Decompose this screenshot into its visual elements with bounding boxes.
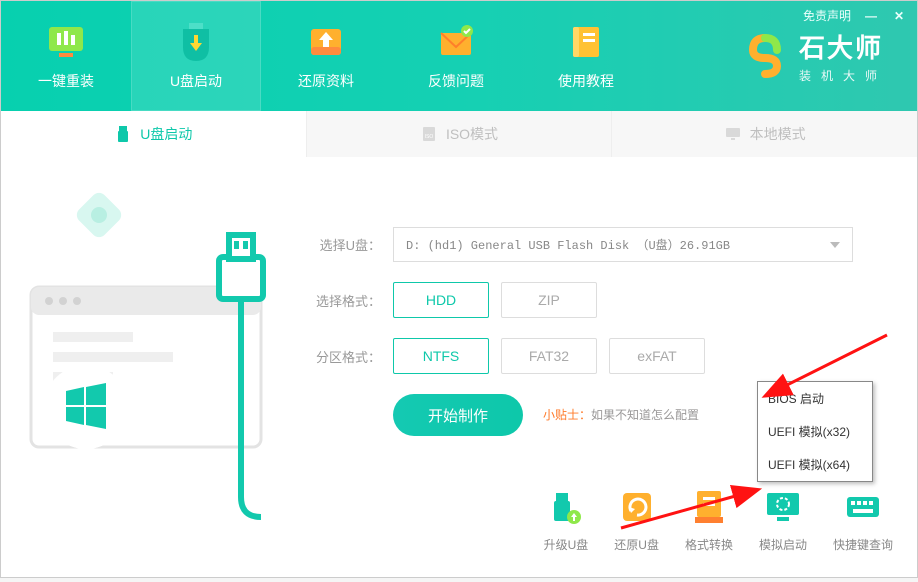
nav-feedback[interactable]: 反馈问题 [391, 1, 521, 111]
convert-icon [688, 486, 730, 528]
subtab-iso-mode[interactable]: ISO ISO模式 [307, 111, 613, 157]
fs-fat32-button[interactable]: FAT32 [501, 338, 597, 374]
udisk-select[interactable]: D: (hd1) General USB Flash Disk （U盘）26.9… [393, 227, 853, 262]
monitor-icon [724, 125, 742, 143]
nav-label: 一键重装 [38, 71, 94, 91]
bottom-tools: 升级U盘 还原U盘 [544, 486, 893, 553]
format-hdd-button[interactable]: HDD [393, 282, 489, 318]
subtab-local-mode[interactable]: 本地模式 [612, 111, 917, 157]
tool-label: 还原U盘 [614, 536, 659, 553]
tool-restore-udisk[interactable]: 还原U盘 [614, 486, 659, 553]
main-content: 选择U盘： D: (hd1) General USB Flash Disk （U… [1, 157, 917, 577]
reinstall-icon [45, 21, 87, 63]
simulate-popup: BIOS 启动 UEFI 模拟(x32) UEFI 模拟(x64) [757, 381, 873, 482]
nav-reinstall[interactable]: 一键重装 [1, 1, 131, 111]
usb-restore-icon [616, 486, 658, 528]
book-icon [565, 21, 607, 63]
tool-format-convert[interactable]: 格式转换 [685, 486, 733, 553]
nav-label: U盘启动 [170, 71, 222, 91]
nav-label: 还原资料 [298, 71, 354, 91]
disclaimer-link[interactable]: 免责声明 [803, 7, 851, 24]
tool-label: 格式转换 [685, 536, 733, 553]
keyboard-icon [842, 486, 884, 528]
label-select-udisk: 选择U盘： [311, 235, 381, 254]
label-partition-format: 分区格式： [311, 347, 381, 366]
tool-label: 升级U盘 [544, 536, 589, 553]
fs-exfat-button[interactable]: exFAT [609, 338, 705, 374]
minimize-button[interactable]: — [863, 8, 879, 24]
sub-tabs: U盘启动 ISO ISO模式 本地模式 [1, 111, 917, 157]
popup-uefi-x32[interactable]: UEFI 模拟(x32) [758, 415, 872, 448]
form-area: 选择U盘： D: (hd1) General USB Flash Disk （U… [301, 157, 917, 577]
brand-subtitle: 装机大师 [799, 67, 887, 84]
start-create-button[interactable]: 开始制作 [393, 394, 523, 436]
simulate-icon [762, 486, 804, 528]
brand-title: 石大师 [799, 28, 887, 65]
udisk-select-value: D: (hd1) General USB Flash Disk （U盘）26.9… [406, 239, 730, 253]
usb-upgrade-icon [545, 486, 587, 528]
brand-logo-icon [743, 34, 787, 78]
subtab-label: ISO模式 [446, 124, 498, 144]
format-zip-button[interactable]: ZIP [501, 282, 597, 318]
svg-text:ISO: ISO [425, 134, 434, 140]
close-button[interactable]: ✕ [891, 8, 907, 24]
shield-icon [175, 21, 217, 63]
nav-label: 使用教程 [558, 71, 614, 91]
app-window: 免责声明 — ✕ 一键重装 [0, 0, 918, 578]
subtab-label: U盘启动 [140, 124, 192, 144]
envelope-icon [435, 21, 477, 63]
tool-upgrade-udisk[interactable]: 升级U盘 [544, 486, 589, 553]
nav-udisk-boot[interactable]: U盘启动 [131, 1, 261, 111]
row-partition-format: 分区格式： NTFS FAT32 exFAT [311, 338, 867, 374]
row-select-udisk: 选择U盘： D: (hd1) General USB Flash Disk （U… [311, 227, 867, 262]
usb-icon [114, 125, 132, 143]
tip-label: 小贴士： [543, 408, 591, 422]
nav-tutorial[interactable]: 使用教程 [521, 1, 651, 111]
row-select-format: 选择格式： HDD ZIP [311, 282, 867, 318]
upload-box-icon [305, 21, 347, 63]
label-select-format: 选择格式： [311, 291, 381, 310]
tool-label: 模拟启动 [759, 536, 807, 553]
illustration [1, 157, 301, 577]
tool-simulate-boot[interactable]: 模拟启动 [759, 486, 807, 553]
tool-shortcut-query[interactable]: 快捷键查询 [833, 486, 893, 553]
header: 免责声明 — ✕ 一键重装 [1, 1, 917, 111]
popup-bios-boot[interactable]: BIOS 启动 [758, 382, 872, 415]
subtab-label: 本地模式 [750, 124, 806, 144]
popup-uefi-x64[interactable]: UEFI 模拟(x64) [758, 448, 872, 481]
tool-label: 快捷键查询 [833, 536, 893, 553]
iso-icon: ISO [420, 125, 438, 143]
fs-ntfs-button[interactable]: NTFS [393, 338, 489, 374]
tip-body-1: 如果不知道怎么配置 [591, 408, 699, 422]
titlebar-controls: 免责声明 — ✕ [803, 7, 907, 24]
nav-label: 反馈问题 [428, 71, 484, 91]
subtab-udisk-boot[interactable]: U盘启动 [1, 111, 307, 157]
nav-restore[interactable]: 还原资料 [261, 1, 391, 111]
